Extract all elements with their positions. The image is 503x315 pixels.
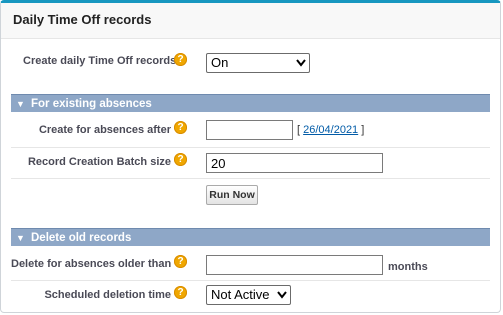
- delete-older-than-input[interactable]: [206, 255, 383, 275]
- chevron-down-icon: [296, 59, 306, 67]
- help-icon[interactable]: ?: [174, 255, 187, 268]
- help-icon[interactable]: ?: [174, 153, 187, 166]
- absences-after-date-input[interactable]: [206, 120, 293, 140]
- triangle-down-icon: ▼: [16, 233, 25, 243]
- help-icon[interactable]: ?: [174, 121, 187, 134]
- divider: [11, 280, 490, 281]
- absences-after-label: Create for absences after: [38, 124, 171, 136]
- delete-old-records-section-title: Delete old records: [31, 232, 132, 244]
- triangle-down-icon: ▼: [16, 99, 25, 109]
- divider: [11, 178, 490, 179]
- delete-old-records-section-header[interactable]: ▼ Delete old records: [11, 228, 490, 246]
- run-now-button[interactable]: Run Now: [206, 185, 258, 205]
- help-icon[interactable]: ?: [174, 53, 187, 66]
- existing-absences-section-title: For existing absences: [31, 98, 152, 110]
- create-records-select[interactable]: On: [206, 53, 310, 73]
- chevron-down-icon: [277, 291, 287, 299]
- scheduled-deletion-select[interactable]: Not Active: [206, 285, 291, 305]
- create-records-label: Create daily Time Off records: [23, 55, 177, 67]
- date-bracket-close: ]: [358, 124, 365, 136]
- help-icon[interactable]: ?: [174, 286, 187, 299]
- months-unit-label: months: [388, 261, 428, 273]
- scheduled-deletion-label: Scheduled deletion time: [44, 289, 171, 301]
- batch-size-label: Record Creation Batch size: [27, 156, 171, 168]
- divider: [11, 147, 490, 148]
- panel-title: Daily Time Off records: [13, 12, 152, 27]
- batch-size-input[interactable]: [206, 153, 383, 173]
- today-date-link[interactable]: 26/04/2021: [303, 124, 358, 136]
- today-date-link-wrapper: [ 26/04/2021 ]: [297, 124, 364, 136]
- scheduled-deletion-value: Not Active: [211, 287, 270, 302]
- delete-older-than-label: Delete for absences older than: [11, 258, 172, 270]
- time-off-settings-panel: Daily Time Off records Create daily Time…: [0, 0, 501, 313]
- existing-absences-section-header[interactable]: ▼ For existing absences: [11, 94, 490, 112]
- create-records-value: On: [211, 55, 229, 70]
- panel-header: Daily Time Off records: [1, 3, 500, 39]
